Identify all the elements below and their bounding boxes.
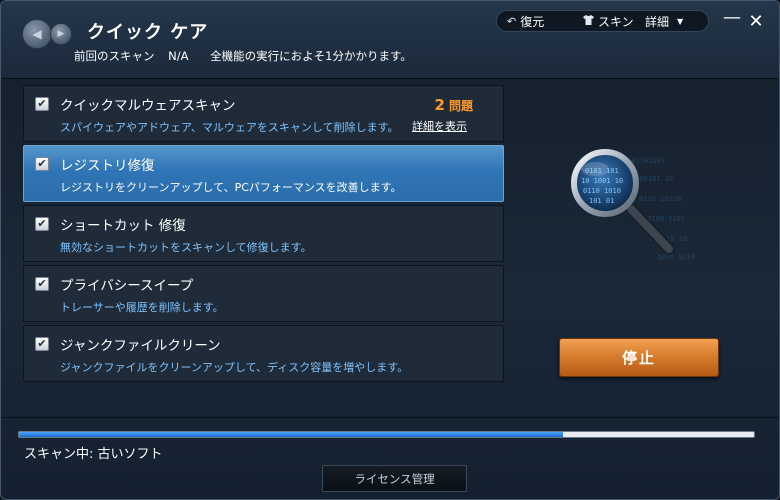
item-title: ショートカット 修復 bbox=[60, 218, 186, 234]
last-scan-label: 前回のスキャン bbox=[74, 49, 155, 63]
estimate-text: 全機能の実行におよそ1分かかります。 bbox=[210, 49, 412, 63]
progress-fill bbox=[19, 432, 563, 437]
scan-progress-bar bbox=[18, 431, 755, 438]
skin-button[interactable]: スキン bbox=[565, 11, 635, 31]
checkmark-icon[interactable]: ✔ bbox=[35, 97, 49, 111]
magnifier-icon: 0101101001 1100101 10 0110 10110 10100 1… bbox=[571, 149, 695, 261]
details-label: 詳細 bbox=[645, 14, 670, 29]
list-item-privacy-sweep[interactable]: ✔ プライバシースイープ トレーサーや履歴を削除します。 bbox=[23, 265, 504, 322]
item-description: トレーサーや履歴を削除します。 bbox=[60, 301, 224, 314]
title-bar: ◀ ▶ クイック ケア 前回のスキャン N/A 全機能の実行におよそ1分かかりま… bbox=[1, 1, 779, 79]
stop-button[interactable]: 停止 bbox=[559, 338, 719, 377]
item-title: ジャンクファイルクリーン bbox=[60, 338, 221, 354]
issues-label: 問題 bbox=[448, 99, 473, 113]
restore-button[interactable]: ↶ 復元 bbox=[497, 11, 565, 31]
svg-text:1010 0110: 1010 0110 bbox=[657, 253, 695, 261]
item-title: レジストリ修復 bbox=[60, 158, 155, 174]
list-item-malware-scan[interactable]: ✔ クイックマルウェアスキャン スパイウェアやアドウェア、マルウェアをスキャンし… bbox=[23, 85, 504, 142]
svg-text:10 1001 10: 10 1001 10 bbox=[581, 177, 623, 185]
close-button[interactable]: ✕ bbox=[746, 11, 766, 32]
checkmark-icon[interactable]: ✔ bbox=[35, 337, 49, 351]
item-description: 無効なショートカットをスキャンして修復します。 bbox=[60, 241, 312, 254]
issues-count: 2 bbox=[434, 96, 445, 114]
list-item-registry-repair[interactable]: ✔ レジストリ修復 レジストリをクリーンアップして、PCパフォーマンスを改善しま… bbox=[23, 145, 504, 202]
skin-label: スキン bbox=[598, 14, 634, 29]
svg-text:0110 1010: 0110 1010 bbox=[583, 187, 621, 195]
top-toolbar: ↶ 復元 スキン 詳細 ▼ bbox=[496, 10, 709, 32]
checkmark-icon[interactable]: ✔ bbox=[35, 217, 49, 231]
scan-info: 前回のスキャン N/A 全機能の実行におよそ1分かかります。 bbox=[74, 48, 422, 64]
chevron-down-icon: ▼ bbox=[677, 16, 684, 26]
last-scan-value: N/A bbox=[168, 49, 189, 63]
item-title: プライバシースイープ bbox=[60, 278, 194, 294]
divider bbox=[1, 417, 779, 418]
item-title: クイックマルウェアスキャン bbox=[60, 98, 236, 114]
item-description: ジャンクファイルをクリーンアップして、ディスク容量を増やします。 bbox=[60, 361, 409, 374]
scan-status-text: スキャン中: 古いソフト bbox=[24, 447, 163, 462]
back-arrow-icon[interactable]: ◀ bbox=[22, 19, 52, 49]
checkmark-icon[interactable]: ✔ bbox=[35, 157, 49, 171]
license-management-button[interactable]: ライセンス管理 bbox=[322, 465, 467, 492]
show-details-link[interactable]: 詳細を表示 bbox=[412, 118, 467, 134]
minimize-button[interactable]: — bbox=[722, 7, 742, 28]
shirt-icon bbox=[583, 14, 594, 28]
issues-badge: 2 問題 bbox=[435, 96, 473, 114]
checkmark-icon[interactable]: ✔ bbox=[35, 277, 49, 291]
restore-label: 復元 bbox=[520, 14, 545, 29]
list-item-junk-file-clean[interactable]: ✔ ジャンクファイルクリーン ジャンクファイルをクリーンアップして、ディスク容量… bbox=[23, 325, 504, 382]
svg-text:101 01: 101 01 bbox=[589, 197, 614, 205]
undo-icon: ↶ bbox=[507, 14, 517, 28]
item-description: スパイウェアやアドウェア、マルウェアをスキャンして削除します。 bbox=[60, 121, 399, 134]
details-menu-button[interactable]: 詳細 ▼ bbox=[635, 11, 689, 31]
forward-arrow-icon[interactable]: ▶ bbox=[50, 23, 72, 45]
page-title: クイック ケア bbox=[87, 22, 209, 43]
svg-text:0110 10110: 0110 10110 bbox=[639, 195, 681, 203]
item-description: レジストリをクリーンアップして、PCパフォーマンスを改善します。 bbox=[60, 181, 402, 194]
list-item-shortcut-repair[interactable]: ✔ ショートカット 修復 無効なショートカットをスキャンして修復します。 bbox=[23, 205, 504, 262]
quick-care-window: ◀ ▶ クイック ケア 前回のスキャン N/A 全機能の実行におよそ1分かかりま… bbox=[0, 0, 780, 500]
